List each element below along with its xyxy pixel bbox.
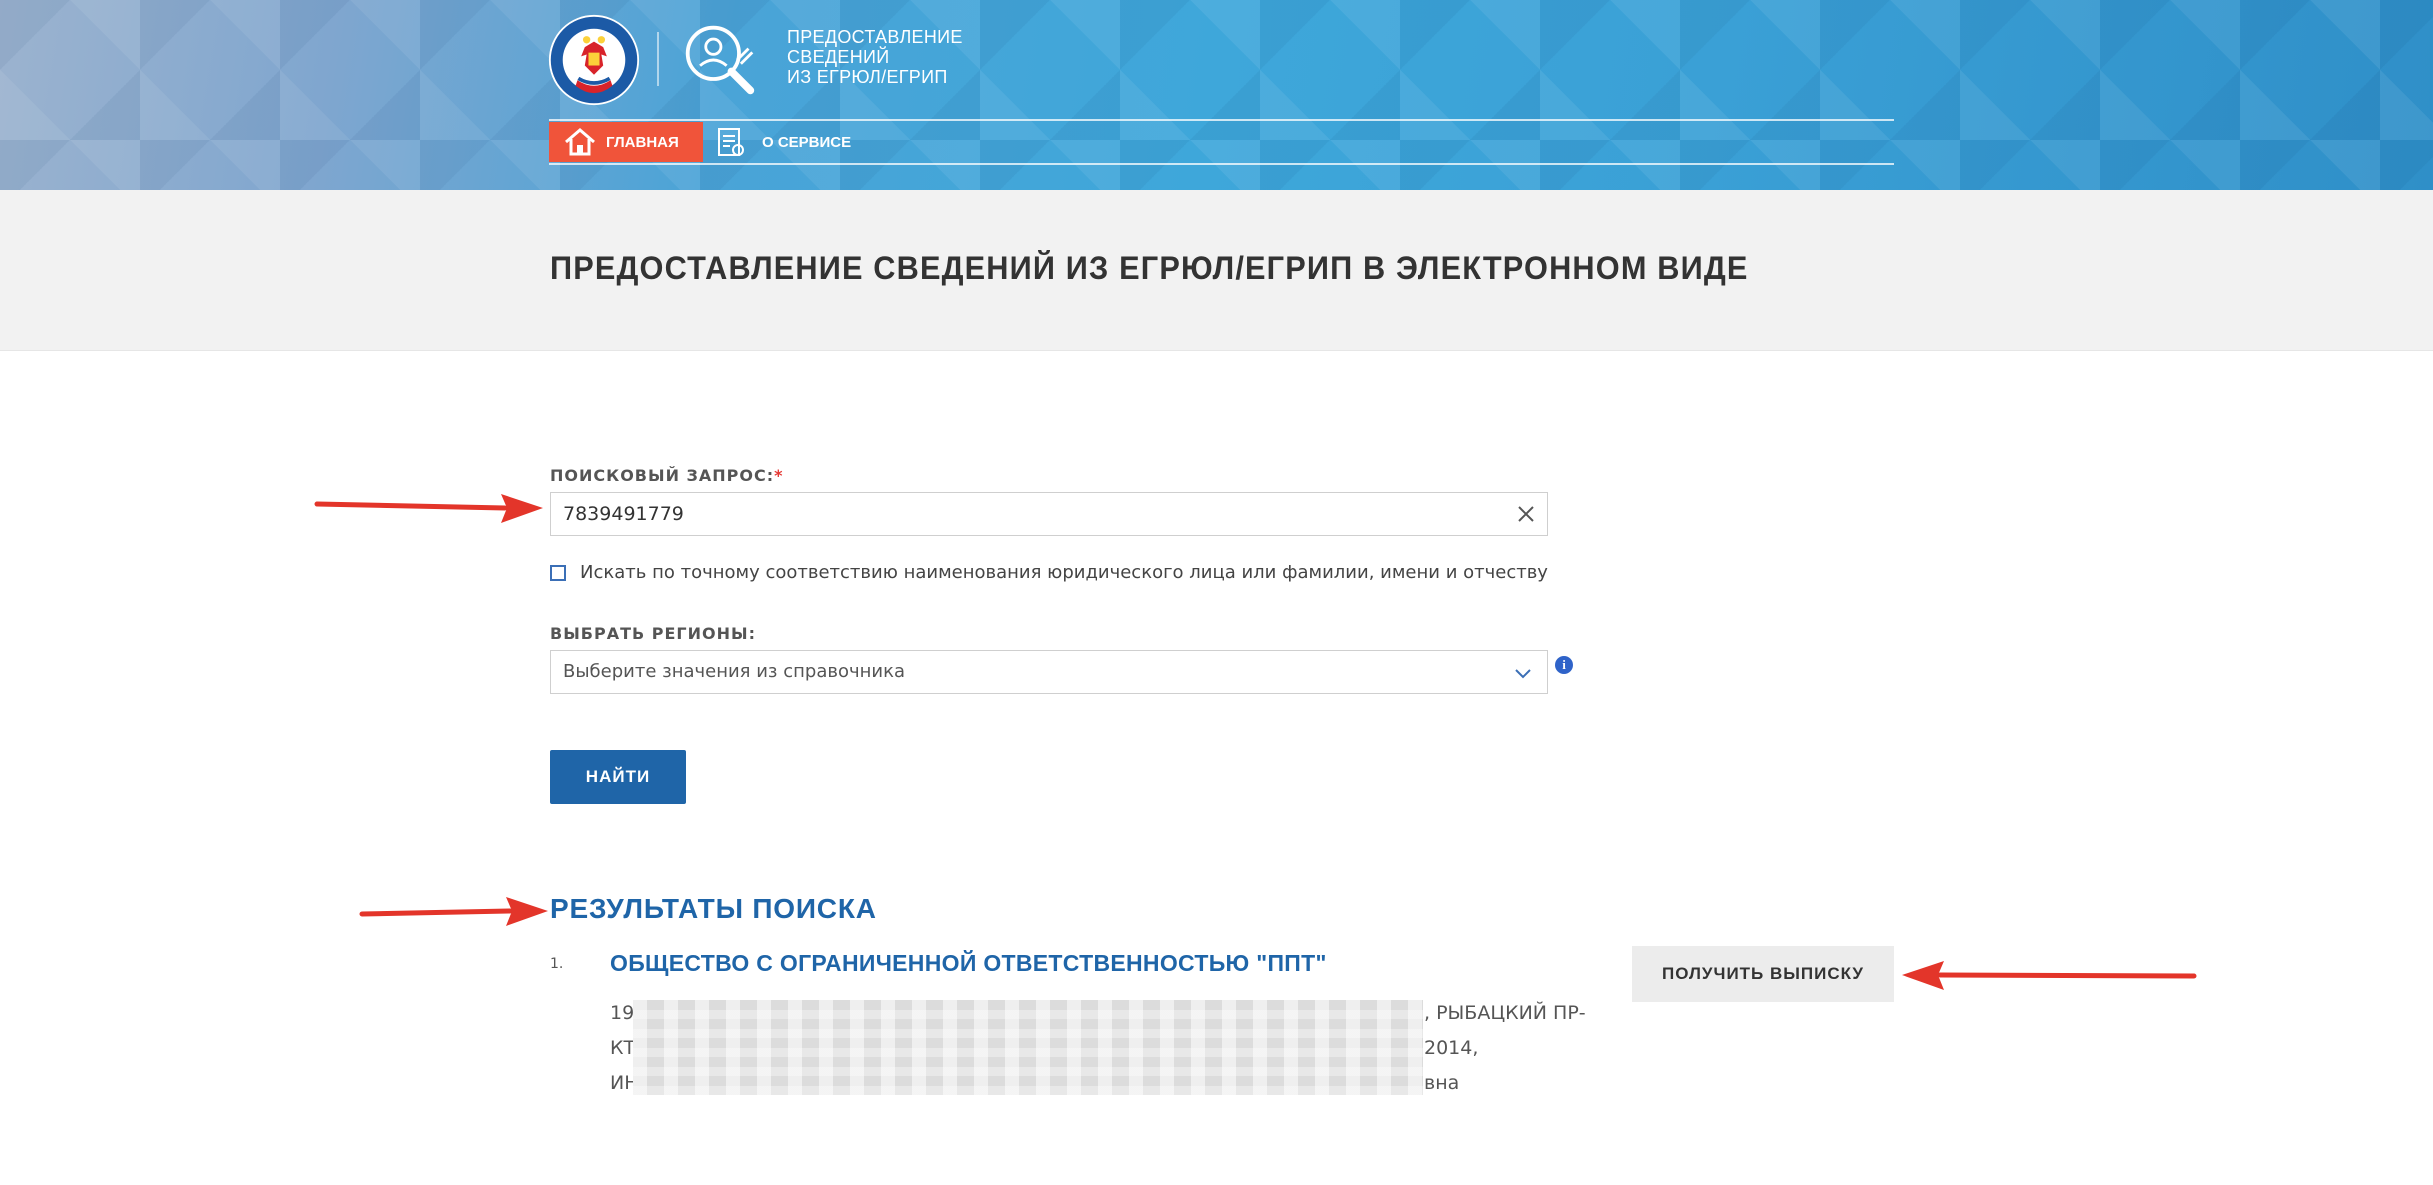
result-details-line-1-end: , РЫБАЦКИЙ ПР-: [1424, 1002, 1586, 1024]
results-title: РЕЗУЛЬТАТЫ ПОИСКА: [550, 893, 877, 924]
logo-separator: [657, 32, 659, 86]
annotation-arrow-results: [359, 897, 548, 926]
regions-label: ВЫБРАТЬ РЕГИОНЫ:: [550, 624, 756, 643]
page-title: ПРЕДОСТАВЛЕНИЕ СВЕДЕНИЙ ИЗ ЕГРЮЛ/ЕГРИП В…: [550, 250, 1749, 286]
search-field: [550, 492, 1548, 536]
header-pattern: [0, 0, 2433, 190]
result-details-line-1-start: 19: [610, 1002, 635, 1024]
site-title: ПРЕДОСТАВЛЕНИЕ СВЕДЕНИЙ ИЗ ЕГРЮЛ/ЕГРИП: [787, 27, 987, 87]
query-label-text: ПОИСКОВЫЙ ЗАПРОС:: [550, 466, 775, 485]
page-title-band: ПРЕДОСТАВЛЕНИЕ СВЕДЕНИЙ ИЗ ЕГРЮЛ/ЕГРИП В…: [0, 190, 2433, 351]
find-button[interactable]: НАЙТИ: [550, 750, 686, 804]
query-label: ПОИСКОВЫЙ ЗАПРОС:*: [550, 466, 784, 485]
get-extract-button[interactable]: ПОЛУЧИТЬ ВЫПИСКУ: [1632, 946, 1894, 1002]
document-icon: [718, 128, 744, 156]
result-name-link[interactable]: ОБЩЕСТВО С ОГРАНИЧЕННОЙ ОТВЕТСТВЕННОСТЬЮ…: [610, 950, 1327, 977]
fns-emblem-icon[interactable]: [548, 14, 640, 106]
result-number: 1.: [550, 956, 564, 972]
exact-match-checkbox[interactable]: [550, 564, 566, 581]
site-title-line-1: ПРЕДОСТАВЛЕНИЕ: [787, 27, 963, 47]
exact-match-label[interactable]: Искать по точному соответствию наименова…: [580, 562, 1548, 583]
site-title-line-3: ИЗ ЕГРЮЛ/ЕГРИП: [787, 67, 948, 87]
nav-divider-top: [549, 119, 1894, 121]
home-icon: [565, 128, 595, 156]
nav-about-tab[interactable]: О СЕРВИСЕ: [716, 122, 851, 162]
site-title-line-2: СВЕДЕНИЙ: [787, 47, 890, 67]
result-details-line-3-end: вна: [1424, 1072, 1460, 1094]
annotation-arrow-search: [314, 494, 543, 523]
result-details-line-2-end: 2014,: [1424, 1037, 1479, 1059]
nav-about-label: О СЕРВИСЕ: [762, 133, 852, 151]
required-mark: *: [774, 466, 784, 485]
chevron-down-icon: [1515, 669, 1531, 679]
clear-icon[interactable]: [1515, 503, 1537, 525]
regions-placeholder: Выберите значения из справочника: [563, 661, 905, 682]
nav-home-tab[interactable]: ГЛАВНАЯ: [549, 122, 703, 162]
service-search-icon: [685, 25, 755, 95]
search-input[interactable]: [563, 493, 1483, 535]
nav-home-label: ГЛАВНАЯ: [606, 133, 679, 151]
exact-match-row: Искать по точному соответствию наименова…: [550, 562, 1548, 583]
regions-select[interactable]: Выберите значения из справочника: [550, 650, 1548, 694]
annotation-arrow-extract: [1902, 961, 2197, 990]
redacted-details-block: [633, 1000, 1423, 1095]
header-banner: ПРЕДОСТАВЛЕНИЕ СВЕДЕНИЙ ИЗ ЕГРЮЛ/ЕГРИП Г…: [0, 0, 2433, 190]
info-icon[interactable]: i: [1555, 656, 1573, 674]
nav-divider-bottom: [549, 163, 1894, 165]
